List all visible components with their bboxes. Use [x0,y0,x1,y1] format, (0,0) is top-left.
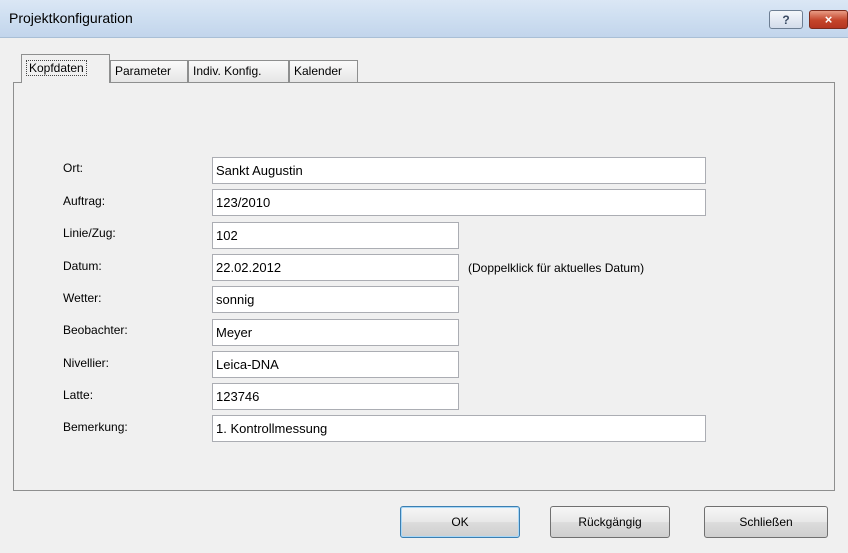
tab-parameter[interactable]: Parameter [110,60,188,82]
window-title: Projektkonfiguration [9,10,133,26]
linie-zug-field[interactable]: 102 [212,222,459,249]
wetter-field[interactable]: sonnig [212,286,459,313]
undo-button[interactable]: Rückgängig [550,506,670,538]
close-button-label: Schließen [739,515,793,529]
bemerkung-field[interactable]: 1. Kontrollmessung [212,415,706,442]
tab-label: Kalender [294,64,343,78]
close-window-button[interactable]: × [809,10,848,29]
title-bar[interactable]: Projektkonfiguration ? × [0,0,848,38]
label-bemerkung: Bemerkung: [63,420,128,434]
close-button[interactable]: Schließen [704,506,828,538]
ok-button[interactable]: OK [400,506,520,538]
dialog-window: Projektkonfiguration ? × Kopfdaten Param… [0,0,848,553]
tab-label: Kopfdaten [26,60,87,76]
tab-indiv-konfig[interactable]: Indiv. Konfig. [188,60,289,82]
beobachter-field[interactable]: Meyer [212,319,459,346]
close-icon: × [824,12,833,27]
label-auftrag: Auftrag: [63,194,106,208]
label-wetter: Wetter: [63,291,102,305]
ok-button-label: OK [451,515,469,529]
label-ort: Ort: [63,161,83,175]
label-beobachter: Beobachter: [63,323,128,337]
tab-kopfdaten[interactable]: Kopfdaten [21,54,110,83]
nivellier-field[interactable]: Leica-DNA [212,351,459,378]
datum-field[interactable]: 22.02.2012 [212,254,459,281]
tab-kalender[interactable]: Kalender [289,60,358,82]
label-datum: Datum: [63,259,102,273]
label-latte: Latte: [63,388,94,402]
help-icon: ? [782,12,790,27]
latte-field[interactable]: 123746 [212,383,459,410]
tab-strip: Kopfdaten Parameter Indiv. Konfig. Kalen… [0,54,848,83]
help-button[interactable]: ? [769,10,803,29]
label-nivellier: Nivellier: [63,356,110,370]
auftrag-field[interactable]: 123/2010 [212,189,706,216]
undo-button-label: Rückgängig [578,515,642,529]
tab-label: Parameter [115,64,172,78]
ort-field[interactable]: Sankt Augustin [212,157,706,184]
label-linie-zug: Linie/Zug: [63,226,116,240]
tab-label: Indiv. Konfig. [193,64,262,78]
date-hint: (Doppelklick für aktuelles Datum) [468,261,645,275]
